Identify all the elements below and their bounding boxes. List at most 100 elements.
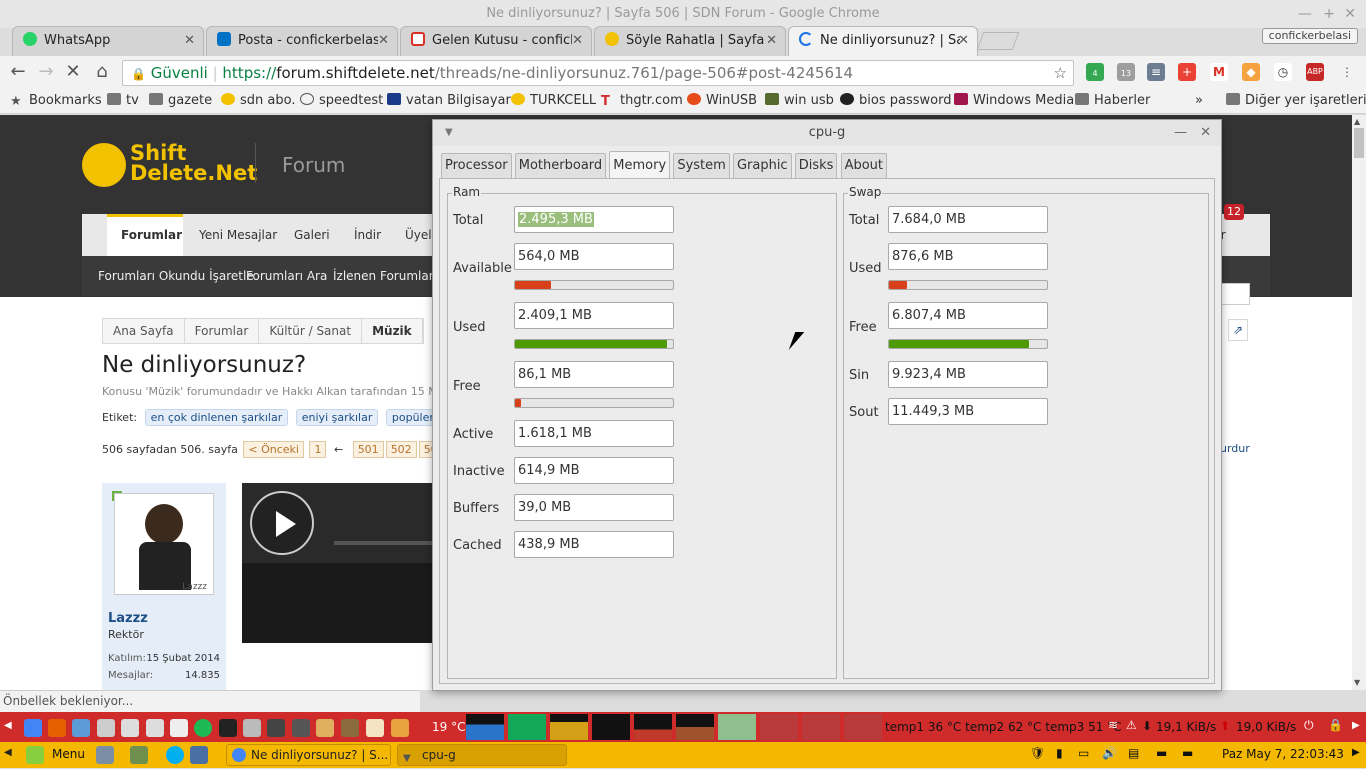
swap-sin-field[interactable]: 9.923,4 MB [888,361,1048,388]
panel-scroll-left-icon[interactable]: ◀ [4,720,12,731]
tab-close-icon[interactable]: ✕ [378,27,389,55]
plus-extension-icon[interactable]: + [1178,63,1196,81]
bookmark-speedtest[interactable]: speedtest [300,91,383,111]
bookmark-thgtr[interactable]: Tthgtr.com [601,91,683,111]
tab-memory[interactable]: Memory [609,151,671,179]
bookmark-tv[interactable]: tv [107,91,139,111]
address-bar[interactable]: 🔒 Güvenli | https://forum.shiftdelete.ne… [122,60,1074,86]
stop-icon[interactable]: ✕ [62,61,84,83]
tool-launcher-icon[interactable] [97,719,115,737]
spotify-launcher-icon[interactable] [194,719,212,737]
new-tab-button[interactable] [976,32,1020,50]
tag-item[interactable]: eniyi şarkılar [295,409,379,426]
bookmark-bookmarks[interactable]: ★ Bookmarks [10,91,102,111]
username[interactable]: Lazzz [108,611,148,626]
weather-temp[interactable]: 19 °C [432,720,465,734]
ram-free-field[interactable]: 86,1 MB [514,361,674,388]
chromium-launcher-icon[interactable] [72,719,90,737]
wifi-icon[interactable]: ≋ [1108,718,1118,732]
ram-active-field[interactable]: 1.618,1 MB [514,420,674,447]
page-link[interactable]: 1 [309,441,327,458]
back-icon[interactable]: ← [7,61,29,83]
nav-galeri[interactable]: Galeri [294,228,330,242]
tab-whatsapp[interactable]: WhatsApp ✕ [12,26,204,56]
profile-button[interactable]: confickerbelasi [1261,28,1358,44]
crumb-culture[interactable]: Kültür / Sanat [259,319,363,343]
home-icon[interactable]: ⌂ [91,61,113,83]
adblock-plus-icon[interactable]: ABP [1306,63,1324,81]
usb-launcher-icon[interactable] [121,719,139,737]
ram-inactive-field[interactable]: 614,9 MB [514,457,674,484]
drive2-icon[interactable]: ▬ [1182,746,1193,760]
task-chrome[interactable]: Ne dinliyorsunuz? | S... [226,744,391,766]
terminal-launcher-icon[interactable] [219,719,237,737]
bookmark-gazete[interactable]: gazete [149,91,212,111]
tab-outlook[interactable]: Posta - confickerbelasi@✕ [206,26,398,56]
watch-link[interactable]: urdur [1220,442,1250,455]
subnav-mark-read[interactable]: Forumları Okundu İşaretle [98,269,254,283]
extension-2-icon[interactable]: 13 [1117,63,1135,81]
subnav-watched[interactable]: İzlenen Forumlar [333,269,434,283]
ram-cached-field[interactable]: 438,9 MB [514,531,674,558]
subnav-search[interactable]: Forumları Ara [246,269,327,283]
nav-forumlar[interactable]: Forumlar [121,228,182,242]
swap-free-field[interactable]: 6.807,4 MB [888,302,1048,329]
bookmark-winusb[interactable]: WinUSB [687,91,757,111]
vm-launcher-icon[interactable] [243,719,261,737]
avatar[interactable]: Lazzz [114,493,214,595]
tab-disks[interactable]: Disks [794,153,838,179]
tab-graphic[interactable]: Graphic [732,153,792,179]
page-link[interactable]: 501 [352,441,384,458]
video-progress[interactable] [334,541,442,545]
panel-scroll-right-icon[interactable]: ▶ [1352,720,1360,731]
page-link[interactable]: 502 [385,441,417,458]
usb2-launcher-icon[interactable] [146,719,164,737]
menu-dots-icon[interactable]: ⋮ [1338,63,1356,81]
jump-icon[interactable]: ⇗ [1228,319,1248,341]
bookmark-windows-media[interactable]: Windows Media [954,91,1074,111]
bookmark-bios-password[interactable]: bios password [840,91,951,111]
bookmark-sdn-abo[interactable]: sdn abo. [221,91,295,111]
calculator-launcher-icon[interactable] [170,719,188,737]
crumb-home[interactable]: Ana Sayfa [103,319,185,343]
panel-scroll-left-icon[interactable]: ◀ [4,747,12,758]
extension-1-icon[interactable]: 4 [1086,63,1104,81]
nav-indir[interactable]: İndir [354,228,381,242]
tab-ne-dinliyorsunuz[interactable]: Ne dinliyorsunuz? | Say ✕ [788,26,978,56]
ram-available-field[interactable]: 564,0 MB [514,243,674,270]
file-manager-icon[interactable] [130,746,148,764]
swap-sout-field[interactable]: 11.449,3 MB [888,398,1048,425]
ram-buffers-field[interactable]: 39,0 MB [514,494,674,521]
drive-icon[interactable]: ▬ [1156,746,1167,760]
tag-item[interactable]: en çok dinlenen şarkılar [144,409,289,426]
window-menu-icon[interactable]: ▼ [445,120,453,146]
bookmark-haberler[interactable]: Haberler [1075,91,1150,111]
gimp-launcher-icon[interactable] [341,719,359,737]
media-launcher-icon[interactable] [267,719,285,737]
tab-close-icon[interactable]: ✕ [958,27,969,55]
clock[interactable]: Paz May 7, 22:03:43 [1222,747,1344,761]
nav-yeni-mesajlar[interactable]: Yeni Mesajlar [199,228,277,242]
tab-close-icon[interactable]: ✕ [766,27,777,55]
shield-icon[interactable]: 🛡 [1030,746,1045,760]
tab-motherboard[interactable]: Motherboard [514,153,607,179]
equalizer-icon[interactable]: ≡ [1147,63,1165,81]
task-cpug[interactable]: ▼ cpu-g [397,744,567,766]
image-launcher-icon[interactable] [316,719,334,737]
tab-gmail[interactable]: Gelen Kutusu - conficke ✕ [400,26,592,56]
menu-button[interactable]: Menu [52,747,85,761]
bookmark-vatan[interactable]: vatan Bilgisayar [387,91,511,111]
alert-icon[interactable]: ⚠ [1126,718,1137,732]
lock-screen-icon[interactable]: 🔒 [1328,718,1343,732]
speedometer-icon[interactable]: ◷ [1274,63,1292,81]
forward-icon[interactable]: → [35,61,57,83]
tab-processor[interactable]: Processor [441,153,512,179]
close-icon[interactable]: ✕ [1200,120,1211,146]
chrome-launcher-icon[interactable] [24,719,42,737]
show-desktop-icon[interactable] [96,746,114,764]
crumb-forums[interactable]: Forumlar [185,319,260,343]
swap-used-field[interactable]: 876,6 MB [888,243,1048,270]
page-scrollbar[interactable] [1352,115,1366,690]
bookmarks-overflow-button[interactable]: » [1195,91,1203,111]
bookmark-win-usb[interactable]: win usb [765,91,834,111]
